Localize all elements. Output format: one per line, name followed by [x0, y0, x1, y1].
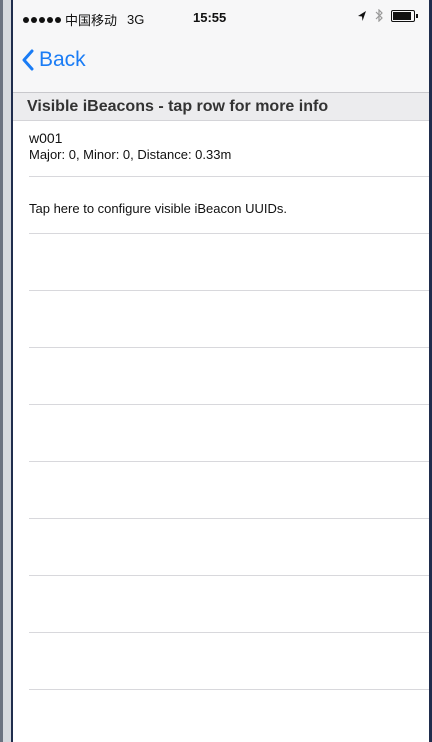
- empty-row-separator: [29, 290, 429, 291]
- configure-uuids-label: Tap here to configure visible iBeacon UU…: [29, 201, 287, 216]
- beacon-name: w001: [29, 130, 63, 146]
- network-type: 3G: [127, 12, 145, 27]
- configure-uuids-row[interactable]: Tap here to configure visible iBeacon UU…: [13, 177, 429, 233]
- location-arrow-icon: [358, 10, 366, 21]
- battery-icon: [391, 9, 418, 22]
- carrier-name: 中国移动: [65, 13, 118, 28]
- section-header: Visible iBeacons - tap row for more info: [13, 93, 429, 121]
- beacon-detail: Major: 0, Minor: 0, Distance: 0.33m: [29, 147, 232, 162]
- empty-row-separator: [29, 518, 429, 519]
- status-time: 15:55: [193, 10, 227, 25]
- signal-strength-icon: [23, 16, 61, 23]
- back-button[interactable]: Back: [21, 48, 86, 72]
- empty-row-separator: [29, 347, 429, 348]
- empty-row-separator: [29, 575, 429, 576]
- bluetooth-icon: [375, 9, 383, 22]
- status-bar: 中国移动 3G 15:55: [13, 0, 429, 34]
- empty-row-separator: [29, 404, 429, 405]
- navigation-bar: Back: [13, 34, 429, 93]
- phone-screen: 中国移动 3G 15:55 Back Visible iBeacons - ta…: [13, 0, 429, 742]
- back-button-label: Back: [39, 48, 86, 71]
- chevron-left-icon: [22, 49, 34, 71]
- status-right: [357, 9, 418, 22]
- empty-row-separator: [29, 461, 429, 462]
- empty-row-separator: [29, 689, 429, 690]
- row-separator: [29, 233, 429, 234]
- beacon-row[interactable]: w001 Major: 0, Minor: 0, Distance: 0.33m: [13, 124, 429, 176]
- empty-row-separator: [29, 632, 429, 633]
- screen: 中国移动 3G 15:55 Back Visible iBeacons - ta…: [0, 0, 432, 742]
- status-left: 中国移动 3G: [23, 10, 144, 29]
